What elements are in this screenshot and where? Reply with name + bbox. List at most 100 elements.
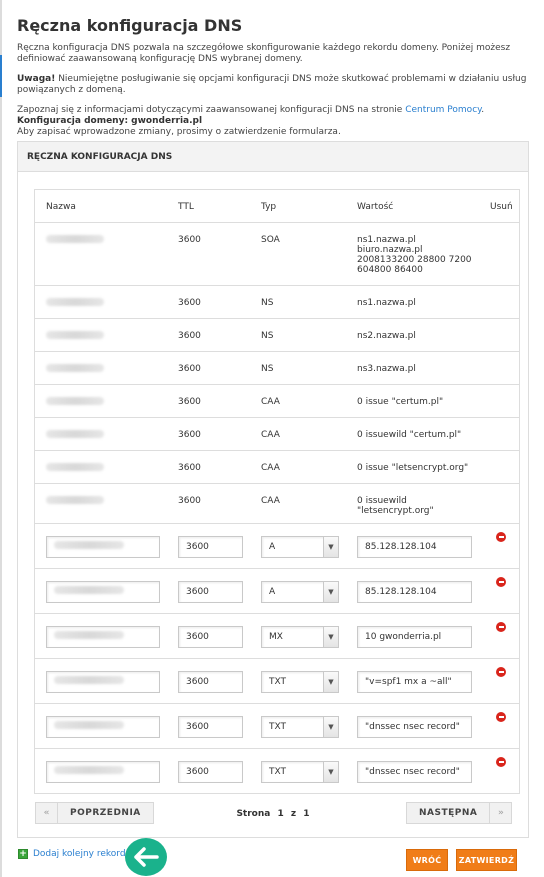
record-value-input[interactable]: 85.128.128.104 <box>357 581 472 603</box>
static-record-row: 3600 SOA ns1.nazwa.pl biuro.nazwa.pl 2008133… <box>35 223 519 286</box>
record-ttl: 3600 <box>178 430 201 440</box>
record-name-input[interactable] <box>46 626 160 648</box>
record-type: NS <box>261 331 274 341</box>
minus-circle-icon[interactable] <box>496 712 506 722</box>
redacted-name <box>46 430 104 438</box>
redacted-name <box>54 676 124 684</box>
editable-record-row: 3600 TXT ▼ "dnssec nsec record" <box>35 704 519 749</box>
record-name-redacted <box>46 463 104 474</box>
page-title: Ręczna konfiguracja DNS <box>17 16 243 35</box>
record-ttl: 3600 <box>178 397 201 407</box>
record-ttl: 3600 <box>178 235 201 245</box>
minus-circle-icon[interactable] <box>496 577 506 587</box>
column-header-value: Wartość <box>357 202 394 212</box>
record-value-line: ns3.nazwa.pl <box>357 364 416 374</box>
record-type-select[interactable]: TXT ▼ <box>261 671 339 693</box>
record-value: 0 issuewild "letsencrypt.org" <box>357 496 434 516</box>
record-type: CAA <box>261 463 280 473</box>
record-value-input[interactable]: "dnssec nsec record" <box>357 716 472 738</box>
record-type-select[interactable]: TXT ▼ <box>261 761 339 783</box>
confirm-button[interactable]: ZATWIERDŹ <box>456 849 517 871</box>
record-value-line: 0 issuewild "certum.pl" <box>357 430 462 440</box>
record-ttl: 3600 <box>178 496 201 506</box>
record-value-input[interactable]: 85.128.128.104 <box>357 536 472 558</box>
record-type-selected: TXT <box>269 677 287 687</box>
redacted-name <box>54 766 124 774</box>
static-record-row: 3600 CAA 0 issuewild "certum.pl" <box>35 418 519 451</box>
info-body: Zapoznaj się z informacjami dotyczącymi … <box>17 105 406 115</box>
redacted-name <box>54 721 124 729</box>
record-ttl: 3600 <box>178 331 201 341</box>
record-value-input[interactable]: 10 gwonderria.pl <box>357 626 472 648</box>
record-ttl-input[interactable]: 3600 <box>178 716 243 738</box>
record-type-select[interactable]: A ▼ <box>261 536 339 558</box>
record-ttl-input[interactable]: 3600 <box>178 761 243 783</box>
minus-circle-icon[interactable] <box>496 622 506 632</box>
record-name-input[interactable] <box>46 716 160 738</box>
record-name-input[interactable] <box>46 581 160 603</box>
page-word: Strona <box>236 809 271 819</box>
record-value: ns3.nazwa.pl <box>357 364 416 374</box>
record-name-redacted <box>46 397 104 408</box>
record-name-redacted <box>46 364 104 375</box>
back-button[interactable]: WRÓĆ <box>406 849 448 871</box>
editable-record-row: 3600 TXT ▼ "dnssec nsec record" <box>35 749 519 794</box>
record-ttl: 3600 <box>178 364 201 374</box>
info-after: . <box>481 105 485 115</box>
static-record-row: 3600 NS ns2.nazwa.pl <box>35 319 519 352</box>
redacted-name <box>54 631 124 639</box>
record-ttl-input[interactable]: 3600 <box>178 536 243 558</box>
record-type-selected: MX <box>269 632 283 642</box>
record-name-input[interactable] <box>46 671 160 693</box>
record-type-select[interactable]: MX ▼ <box>261 626 339 648</box>
record-type: CAA <box>261 496 280 506</box>
minus-circle-icon[interactable] <box>496 532 506 542</box>
column-header-name: Nazwa <box>46 202 76 212</box>
column-header-delete: Usuń <box>490 202 513 212</box>
record-name-redacted <box>46 430 104 441</box>
record-type: CAA <box>261 397 280 407</box>
record-type: NS <box>261 298 274 308</box>
record-value-line: 2008133200 28800 7200 <box>357 255 472 265</box>
static-record-row: 3600 CAA 0 issue "letsencrypt.org" <box>35 451 519 484</box>
record-value: 0 issue "letsencrypt.org" <box>357 463 468 473</box>
intro-text: Ręczna konfiguracja DNS pozwala na szcze… <box>17 43 511 64</box>
record-type-select[interactable]: TXT ▼ <box>261 716 339 738</box>
panel-heading: RĘCZNA KONFIGURACJA DNS <box>18 142 528 172</box>
record-type: CAA <box>261 430 280 440</box>
record-value-input[interactable]: "dnssec nsec record" <box>357 761 472 783</box>
record-ttl: 3600 <box>178 298 201 308</box>
record-name-input[interactable] <box>46 536 160 558</box>
add-record-link[interactable]: + Dodaj kolejny rekord <box>18 849 126 859</box>
redacted-name <box>46 496 104 504</box>
minus-circle-icon[interactable] <box>496 667 506 677</box>
record-value: ns2.nazwa.pl <box>357 331 416 341</box>
record-type-selected: TXT <box>269 722 287 732</box>
record-value: ns1.nazwa.pl <box>357 298 416 308</box>
column-header-ttl: TTL <box>178 202 194 212</box>
record-value-line: ns1.nazwa.pl <box>357 235 416 245</box>
domain-label: Konfiguracja domeny: gwonderria.pl <box>17 116 527 127</box>
redacted-name <box>54 586 124 594</box>
record-value-line: ns2.nazwa.pl <box>357 331 416 341</box>
record-value-line: 0 issue "letsencrypt.org" <box>357 463 469 473</box>
record-ttl-input[interactable]: 3600 <box>178 671 243 693</box>
chevron-down-icon: ▼ <box>323 762 338 782</box>
record-value-input[interactable]: "v=spf1 mx a ~all" <box>357 671 472 693</box>
record-name-input[interactable] <box>46 761 160 783</box>
record-ttl-input[interactable]: 3600 <box>178 626 243 648</box>
minus-circle-icon[interactable] <box>496 757 506 767</box>
record-ttl-input[interactable]: 3600 <box>178 581 243 603</box>
help-center-link[interactable]: Centrum Pomocy <box>405 105 481 115</box>
save-hint: Aby zapisać wprowadzone zmiany, prosimy … <box>17 127 341 137</box>
record-value-line: 0 issue "certum.pl" <box>357 397 444 407</box>
record-value: ns1.nazwa.pl biuro.nazwa.pl 2008133200 288… <box>357 235 472 275</box>
record-type-selected: TXT <box>269 767 287 777</box>
record-type-select[interactable]: A ▼ <box>261 581 339 603</box>
total-pages: 1 <box>303 809 310 819</box>
arrow-left-icon <box>125 838 167 876</box>
record-name-redacted <box>46 298 104 309</box>
warning-body: Nieumiejętne posługiwanie się opcjami ko… <box>17 74 527 95</box>
record-value: 0 issuewild "certum.pl" <box>357 430 461 440</box>
next-page-button[interactable]: NASTĘPNA » <box>406 802 513 824</box>
